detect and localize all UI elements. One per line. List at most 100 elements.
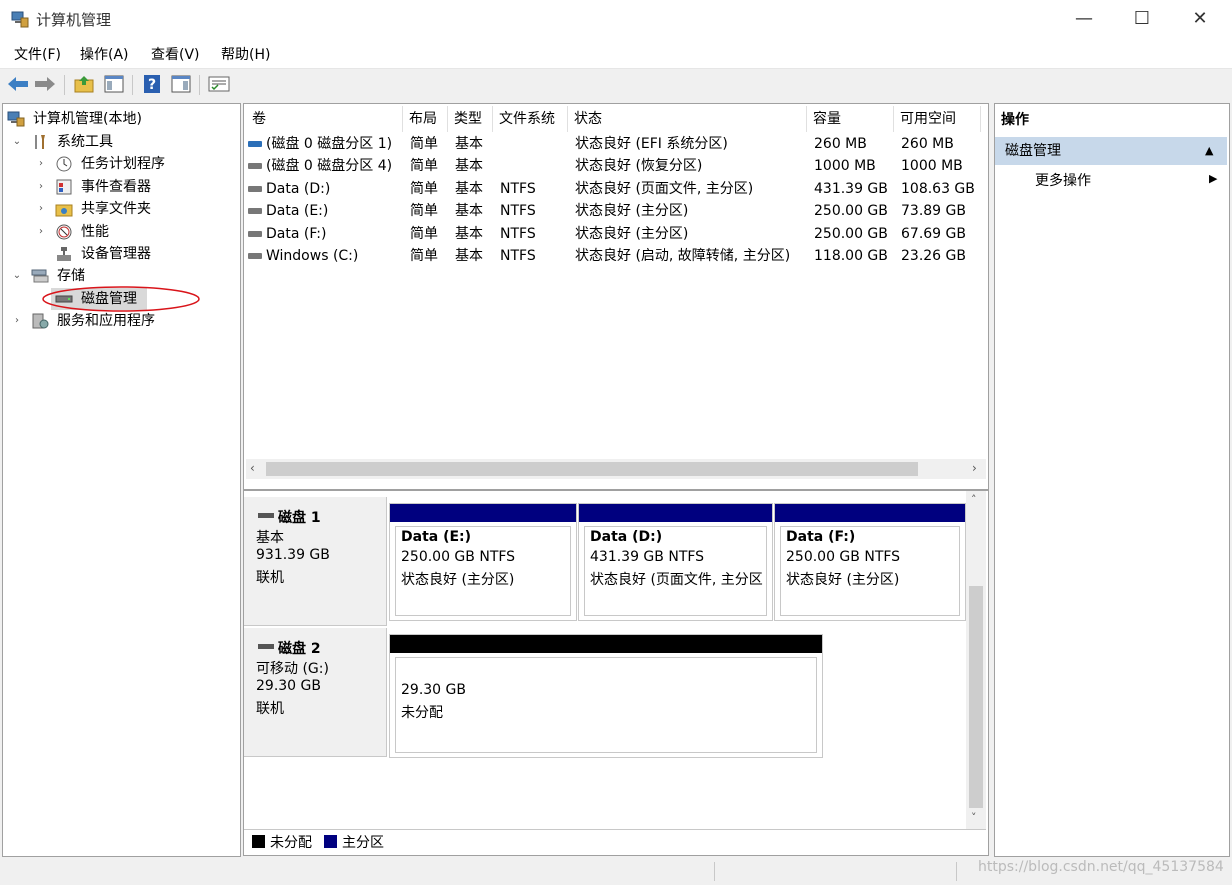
partition-e-size: 250.00 GB NTFS	[401, 549, 516, 565]
clock-icon	[56, 156, 72, 172]
table-row[interactable]: (磁盘 0 磁盘分区 4) 简单 基本 状态良好 (恢复分区) 1000 MB 1000 …	[244, 155, 986, 177]
shared-folder-icon	[55, 204, 73, 217]
scroll-left-icon[interactable]: ‹	[250, 461, 255, 475]
maximize-button[interactable]: ☐	[1113, 0, 1171, 38]
actions-disk-management[interactable]: 磁盘管理 ▲	[995, 137, 1227, 165]
chevron-right-icon[interactable]: ›	[35, 221, 47, 243]
menu-help[interactable]: 帮助(H)	[221, 44, 270, 64]
primary-swatch	[324, 835, 337, 848]
table-cell-text: 23.26 GB	[901, 248, 966, 264]
table-cell-text: 基本	[455, 136, 483, 152]
submenu-arrow-icon[interactable]: ▶	[1209, 172, 1217, 185]
actions-pane: 操作 磁盘管理 ▲ 更多操作 ▶	[994, 103, 1230, 857]
table-cell-text: 67.69 GB	[901, 225, 966, 242]
disk2-info[interactable]: 磁盘 2 可移动 (G:) 29.30 GB 联机	[244, 628, 387, 757]
column-header-free-space[interactable]: 可用空间	[894, 106, 981, 132]
disk1-info[interactable]: 磁盘 1 基本 931.39 GB 联机	[244, 497, 387, 626]
table-row[interactable]: (磁盘 0 磁盘分区 1) 简单 基本 状态良好 (EFI 系统分区) 260 MB 26…	[244, 133, 986, 155]
table-cell-free: 67.69 GB	[901, 223, 966, 245]
title-bar: 计算机管理 — ☐ ✕	[0, 0, 1232, 38]
scroll-down-icon[interactable]: ˅	[971, 811, 977, 824]
minimize-button[interactable]: —	[1055, 0, 1113, 38]
watermark-text: https://blog.csdn.net/qq_45137584	[978, 859, 1224, 875]
computer-management-icon	[7, 111, 25, 127]
menu-action[interactable]: 操作(A)	[80, 44, 129, 64]
table-cell-text: 基本	[455, 225, 483, 242]
column-header-volume[interactable]: 卷	[246, 106, 403, 132]
table-cell-type: 基本	[455, 223, 483, 245]
table-cell-type: 基本	[455, 133, 483, 155]
storage-icon	[31, 269, 49, 283]
chevron-right-icon[interactable]: ›	[11, 310, 23, 332]
chevron-right-icon[interactable]: ›	[35, 153, 47, 175]
scrollbar-thumb[interactable]	[969, 586, 983, 808]
table-cell-text: Data (D:)	[266, 180, 331, 197]
close-button[interactable]: ✕	[1171, 0, 1229, 38]
table-cell-type: 基本	[455, 245, 483, 267]
partition-unallocated[interactable]: 29.30 GB 未分配	[389, 634, 823, 758]
collapse-up-icon[interactable]: ▲	[1205, 137, 1213, 165]
table-cell-text: 状态良好 (主分区)	[575, 225, 689, 242]
table-row[interactable]: Windows (C:) 简单 基本 NTFS 状态良好 (启动, 故障转储, 主分区)…	[244, 245, 986, 267]
partition-f-status: 状态良好 (主分区)	[786, 572, 900, 588]
partition-f[interactable]: Data (F:) 250.00 GB NTFS 状态良好 (主分区)	[774, 503, 966, 621]
menu-file[interactable]: 文件(F)	[14, 44, 61, 64]
partition-f-size: 250.00 GB NTFS	[786, 549, 901, 565]
chevron-right-icon[interactable]: ›	[35, 176, 47, 198]
forward-arrow-icon[interactable]	[33, 72, 57, 96]
back-arrow-icon[interactable]	[6, 72, 30, 96]
table-row[interactable]: Data (D:) 简单 基本 NTFS 状态良好 (页面文件, 主分区) 431.39 …	[244, 178, 986, 200]
table-cell-text: 基本	[455, 158, 483, 175]
table-row[interactable]: Data (F:) 简单 基本 NTFS 状态良好 (主分区) 250.00 GB 67.6…	[244, 223, 986, 245]
table-cell-status: 状态良好 (启动, 故障转储, 主分区)	[575, 245, 790, 267]
column-header-type[interactable]: 类型	[448, 106, 493, 132]
table-cell-status: 状态良好 (页面文件, 主分区)	[575, 178, 753, 200]
disk1-name: 磁盘 1	[278, 510, 321, 526]
table-cell-free: 73.89 GB	[901, 200, 966, 222]
column-header-filesystem[interactable]: 文件系统	[493, 106, 568, 132]
show-action-pane-icon[interactable]	[169, 72, 193, 96]
partition-d[interactable]: Data (D:) 431.39 GB NTFS 状态良好 (页面文件, 主分区	[578, 503, 773, 621]
chevron-right-icon[interactable]: ›	[35, 198, 47, 220]
tree-label-task-scheduler: 任务计划程序	[81, 156, 165, 172]
table-cell-text: 状态良好 (启动, 故障转储, 主分区)	[575, 248, 791, 264]
table-cell-type: 基本	[455, 200, 483, 222]
table-cell-text: 状态良好 (主分区)	[575, 203, 689, 220]
disk1-kind: 基本	[256, 530, 284, 546]
table-cell-text: 基本	[455, 180, 483, 197]
actions-header: 操作	[1001, 112, 1029, 128]
show-hide-tree-icon[interactable]	[102, 72, 126, 96]
scroll-up-icon[interactable]: ˄	[971, 493, 977, 506]
scrollbar-thumb[interactable]	[266, 462, 918, 476]
table-cell-capacity: 250.00 GB	[814, 223, 888, 245]
partition-f-body: Data (F:) 250.00 GB NTFS 状态良好 (主分区)	[780, 526, 960, 616]
horizontal-scrollbar[interactable]: ‹ ›	[246, 459, 986, 479]
up-folder-icon[interactable]	[72, 72, 96, 96]
scroll-right-icon[interactable]: ›	[972, 461, 977, 475]
properties-icon[interactable]	[207, 72, 231, 96]
column-header-status[interactable]: 状态	[568, 106, 807, 132]
volume-icon	[248, 253, 262, 259]
chevron-down-icon[interactable]: ⌄	[11, 131, 23, 153]
partition-e[interactable]: Data (E:) 250.00 GB NTFS 状态良好 (主分区)	[389, 503, 577, 621]
volume-icon	[248, 208, 262, 215]
menu-view[interactable]: 查看(V)	[151, 44, 200, 64]
table-cell-vol: Data (F:)	[248, 223, 326, 245]
unallocated-size: 29.30 GB	[401, 682, 466, 698]
chevron-down-icon[interactable]: ⌄	[11, 265, 23, 287]
help-icon[interactable]: ?	[140, 72, 164, 96]
table-cell-layout: 简单	[410, 155, 438, 177]
unallocated-status: 未分配	[401, 705, 443, 721]
column-header-capacity[interactable]: 容量	[807, 106, 894, 132]
disk1-size: 931.39 GB	[256, 547, 330, 563]
table-cell-type: 基本	[455, 155, 483, 177]
column-header-layout[interactable]: 布局	[403, 106, 448, 132]
table-cell-text: 250.00 GB	[814, 203, 888, 220]
performance-icon	[56, 224, 72, 240]
vertical-scrollbar[interactable]: ˄ ˅	[966, 491, 986, 829]
more-actions-item[interactable]: 更多操作	[1035, 170, 1091, 192]
event-log-icon	[56, 179, 72, 195]
table-cell-text: 简单	[410, 248, 438, 264]
svg-text:?: ?	[148, 77, 156, 93]
table-row[interactable]: Data (E:) 简单 基本 NTFS 状态良好 (主分区) 250.00 GB 73.8…	[244, 200, 986, 222]
